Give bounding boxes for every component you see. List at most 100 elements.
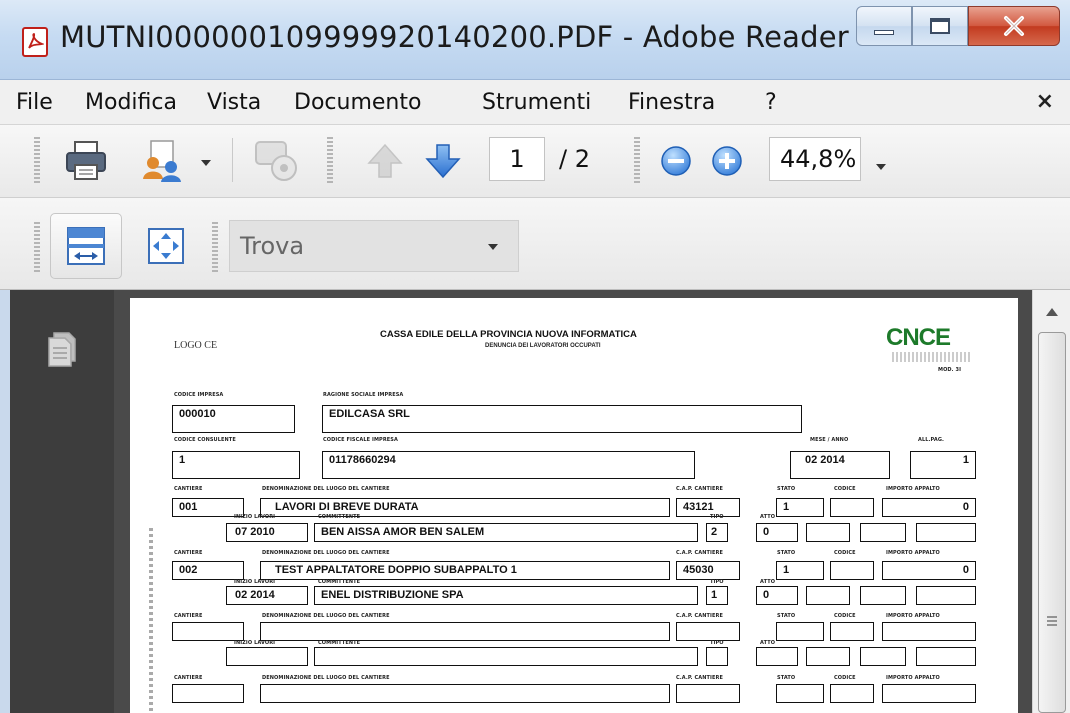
document-heading: CASSA EDILE DELLA PROVINCIA NUOVA INFORM… [380,329,637,340]
menu-help[interactable]: ? [765,90,777,115]
cantiere-2-inizio: 02 2014 [226,586,308,605]
cap-label: C.A.P. CANTIERE [676,550,723,556]
cap-label: C.A.P. CANTIERE [676,675,723,681]
print-button[interactable] [58,136,114,186]
importo-label: IMPORTO APPALTO [886,550,940,556]
stato-label: STATO [777,486,796,492]
share-button[interactable] [135,136,191,186]
codice-impresa-field: 000010 [172,405,295,433]
fit-width-icon [67,227,105,265]
cantiere-2-tipo-comm [806,586,850,605]
side-stamp [149,528,153,713]
importo-label: IMPORTO APPALTO [886,486,940,492]
cantiere-1-importo2 [916,523,976,542]
prev-page-button[interactable] [360,136,410,186]
tipo-label: TIPO [710,579,724,585]
codice-fiscale-field: 01178660294 [322,451,695,479]
codice-label: CODICE [834,550,856,556]
collaborate-button[interactable] [248,134,308,188]
stato-label: STATO [777,675,796,681]
vertical-scrollbar[interactable] [1032,290,1070,713]
fit-width-button[interactable] [50,213,122,279]
scroll-up-icon[interactable] [1044,306,1060,318]
find-dropdown-icon[interactable] [488,244,498,250]
cantiere-1-tipo: 2 [706,523,728,542]
cnce-logo: CNCE [886,324,951,351]
mod-label: MOD. 3I [938,367,962,373]
cantiere-1-stato: 1 [776,498,824,517]
menu-finestra[interactable]: Finestra [628,90,715,115]
cantiere-1-codice [830,498,874,517]
toolbar-grip [34,137,40,185]
prev-page-icon [367,143,403,178]
atto-label: ATTO [760,640,776,646]
importo-label: IMPORTO APPALTO [886,613,940,619]
stato-label: STATO [777,613,796,619]
tipo-label: TIPO [710,640,724,646]
cantiere-label: CANTIERE [174,486,203,492]
cantiere-2-atto: 0 [756,586,798,605]
page-number-input[interactable]: 1 [489,137,545,181]
menu-modifica[interactable]: Modifica [85,90,177,115]
toolbar-grip [34,222,40,272]
allpag-field: 1 [910,451,976,479]
fit-page-button[interactable] [140,220,192,272]
zoom-level-input[interactable]: 44,8% [769,137,861,181]
cantiere-3-code [172,622,244,641]
share-dropdown-icon[interactable] [201,160,211,166]
maximize-button[interactable] [912,6,968,46]
denominazione-label: DENOMINAZIONE DEL LUOGO DEL CANTIERE [262,550,390,556]
cnce-logo-caption [892,352,970,362]
pdf-icon [22,27,48,57]
scroll-thumb[interactable] [1038,332,1066,713]
menu-documento[interactable]: Documento [294,90,421,115]
cantiere-2-tipo: 1 [706,586,728,605]
find-input[interactable]: Trova [229,220,519,272]
minimize-icon [874,29,894,35]
fit-page-icon [148,228,184,264]
minimize-button[interactable] [856,6,912,46]
cantiere-label: CANTIERE [174,675,203,681]
allpag-label: ALL.PAG. [918,437,945,443]
cantiere-3-cap [676,622,740,641]
menu-strumenti[interactable]: Strumenti [482,90,591,115]
codice-label: CODICE [834,613,856,619]
cantiere-1-subappalto [860,523,906,542]
ragione-sociale-label: RAGIONE SOCIALE IMPRESA [323,392,404,398]
menu-file[interactable]: File [16,90,53,115]
cantiere-2-stato: 1 [776,561,824,580]
maximize-icon [930,18,950,34]
pages-panel-button[interactable] [44,330,80,370]
zoom-dropdown-icon[interactable] [876,164,886,170]
collaborate-icon [255,141,297,181]
zoom-in-button[interactable] [708,142,746,180]
cantiere-1-importo: 0 [882,498,976,517]
importo-label: IMPORTO APPALTO [886,675,940,681]
cantiere-3-atto [756,647,798,666]
codice-fiscale-label: CODICE FISCALE IMPRESA [323,437,398,443]
cantiere-3-importo [882,622,976,641]
pages-icon [48,332,76,367]
zoom-out-icon [661,146,691,176]
pdf-page: LOGO CE CASSA EDILE DELLA PROVINCIA NUOV… [130,298,1018,713]
zoom-out-button[interactable] [657,142,695,180]
denominazione-label: DENOMINAZIONE DEL LUOGO DEL CANTIERE [262,675,390,681]
cantiere-4-codice [830,684,874,703]
cantiere-1-cap: 43121 [676,498,740,517]
cantiere-2-committente: ENEL DISTRIBUZIONE SPA [314,586,698,605]
close-button[interactable] [968,6,1060,46]
menu-vista[interactable]: Vista [207,90,261,115]
denominazione-label: DENOMINAZIONE DEL LUOGO DEL CANTIERE [262,486,390,492]
next-page-icon [425,144,461,179]
ragione-sociale-field: EDILCASA SRL [322,405,802,433]
zoom-in-icon [712,146,742,176]
inizio-label: INIZIO LAVORI [234,640,276,646]
cantiere-3-importo2 [916,647,976,666]
denominazione-label: DENOMINAZIONE DEL LUOGO DEL CANTIERE [262,613,390,619]
document-close-button[interactable]: × [1036,89,1054,114]
committente-label: COMMITTENTE [318,640,361,646]
next-page-button[interactable] [418,136,468,186]
codice-consulente-field: 1 [172,451,300,479]
toolbar-grip [327,137,333,185]
stato-label: STATO [777,550,796,556]
